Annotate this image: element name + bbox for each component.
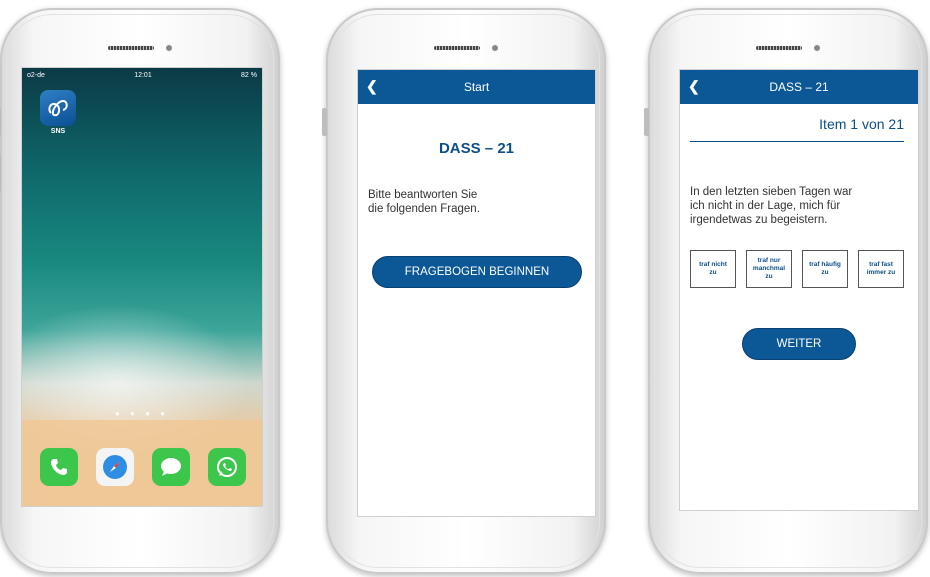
nav-bar: ❮ DASS – 21 [680,70,918,104]
answer-option-4[interactable]: traf fast immer zu [858,250,904,288]
phone-item: ❮ DASS – 21 Item 1 von 21 In den letzten… [644,8,928,574]
phone-start: ❮ Start DASS – 21 Bitte beantworten Sie … [322,8,606,574]
app-label: SNS [50,128,66,135]
nav-title: DASS – 21 [769,80,829,94]
dock [22,420,262,506]
messages-icon[interactable] [152,448,190,486]
page-indicator[interactable]: ● ● ● ● [22,409,262,418]
answer-option-2[interactable]: traf nur manchmal zu [746,250,792,288]
front-camera [166,45,172,51]
divider [690,141,904,142]
speaker-grille [756,46,802,50]
item-counter: Item 1 von 21 [819,116,904,132]
intro-text: Bitte beantworten Sie die folgenden Frag… [368,189,480,215]
volume-button [0,153,1,193]
phone-home: o2-de 12:01 82 % SNS ● ● ● ● [0,8,280,574]
phone-icon[interactable] [40,448,78,486]
front-camera [492,45,498,51]
nav-title: Start [463,80,490,94]
item-screen: ❮ DASS – 21 Item 1 von 21 In den letzten… [679,69,919,511]
sns-app-icon[interactable] [40,90,76,126]
next-button[interactable]: WEITER [742,328,856,360]
mute-switch [644,108,649,136]
home-screen: o2-de 12:01 82 % SNS ● ● ● ● [21,67,263,507]
clock-label: 12:01 [134,71,152,79]
nav-bar: ❮ Start [358,70,595,104]
speaker-grille [108,46,154,50]
whatsapp-icon[interactable] [208,448,246,486]
battery-label: 82 % [241,71,257,79]
carrier-label: o2-de [27,71,45,79]
back-chevron-icon[interactable]: ❮ [688,78,700,95]
mute-switch [0,108,1,136]
answer-option-3[interactable]: traf häufig zu [802,250,848,288]
start-questionnaire-button[interactable]: FRAGEBOGEN BEGINNEN [372,256,582,288]
status-bar: o2-de 12:01 82 % [22,68,262,82]
question-text: In den letzten sieben Tagen war ich nich… [690,186,853,226]
questionnaire-title: DASS – 21 [438,140,515,157]
infinity-icon [48,99,68,117]
mute-switch [322,108,327,136]
answer-option-1[interactable]: traf nicht zu [690,250,736,288]
front-camera [814,45,820,51]
start-screen: ❮ Start DASS – 21 Bitte beantworten Sie … [357,69,596,517]
safari-icon[interactable] [96,448,134,486]
speaker-grille [434,46,480,50]
back-chevron-icon[interactable]: ❮ [366,78,378,95]
